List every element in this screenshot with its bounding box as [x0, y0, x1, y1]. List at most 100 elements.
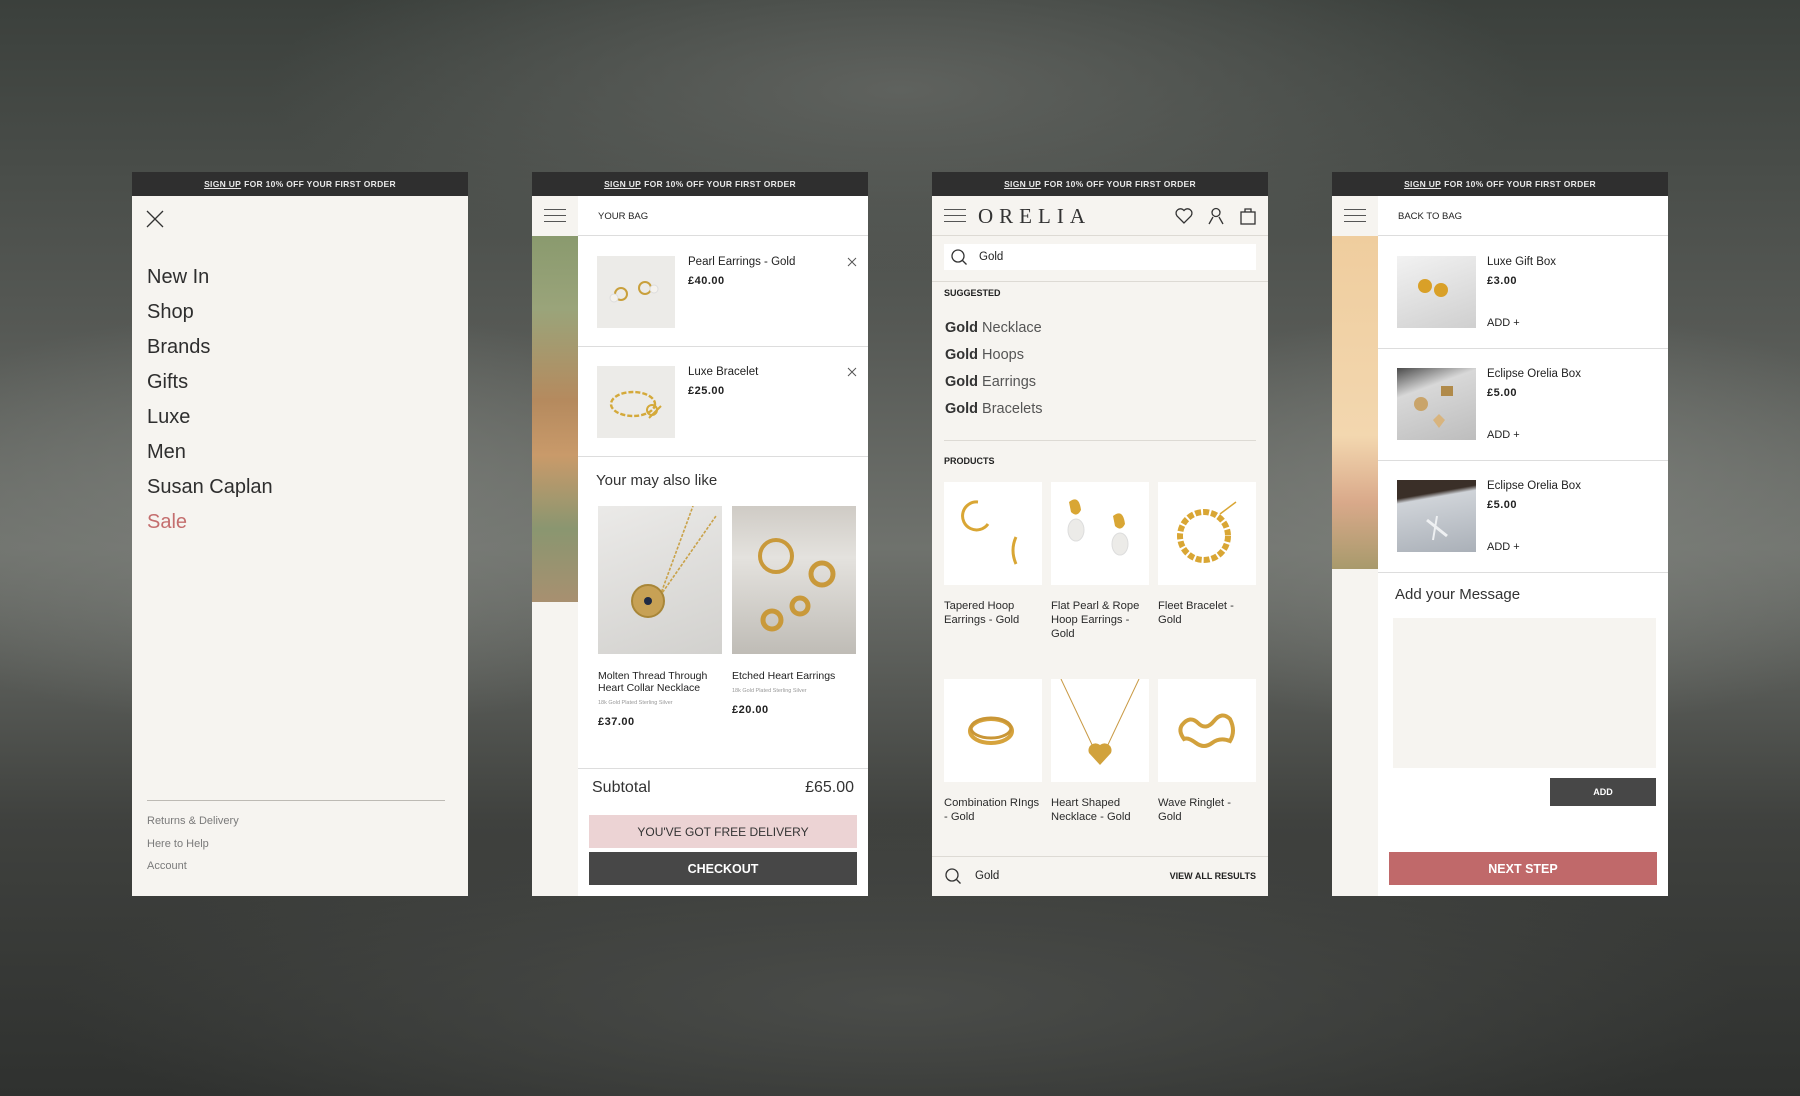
nav-item-new-in[interactable]: New In	[147, 260, 273, 295]
bag-item: Luxe Bracelet £25.00	[578, 347, 868, 457]
product-card[interactable]: Wave Ringlet - Gold	[1158, 679, 1256, 876]
nav-item-luxe[interactable]: Luxe	[147, 400, 273, 435]
recommended-product-material: 18k Gold Plated Sterling Silver	[598, 700, 673, 706]
footer-link-help[interactable]: Here to Help	[147, 838, 239, 861]
hamburger-icon[interactable]	[944, 209, 966, 222]
tapered-hoop-image[interactable]	[944, 482, 1042, 585]
nav-item-susan-caplan[interactable]: Susan Caplan	[147, 470, 273, 505]
signup-link[interactable]: SIGN UP	[1004, 179, 1041, 189]
wishlist-heart-icon[interactable]	[1174, 206, 1194, 226]
suggestion-item[interactable]: Gold Necklace	[945, 320, 1043, 347]
remove-item-icon[interactable]	[847, 367, 857, 377]
remove-item-icon[interactable]	[847, 257, 857, 267]
search-input[interactable]	[979, 244, 1229, 270]
gift-option: Eclipse Orelia Box £5.00 ADD +	[1378, 461, 1668, 573]
shopping-bag-icon[interactable]	[1238, 206, 1258, 226]
footer-link-account[interactable]: Account	[147, 860, 239, 883]
fleet-bracelet-image[interactable]	[1158, 482, 1256, 585]
gift-option-price: £5.00	[1487, 387, 1518, 399]
product-card[interactable]: Flat Pearl & Rope Hoop Earrings - Gold	[1051, 482, 1149, 679]
promo-text: FOR 10% OFF YOUR FIRST ORDER	[1444, 179, 1596, 189]
model-photo	[1332, 236, 1378, 569]
suggestion-item[interactable]: Gold Bracelets	[945, 401, 1043, 428]
checkout-button[interactable]: CHECKOUT	[589, 852, 857, 885]
product-card[interactable]: Tapered Hoop Earrings - Gold	[944, 482, 1042, 679]
eclipse-box-image[interactable]	[1397, 480, 1476, 552]
bag-item: Pearl Earrings - Gold £40.00	[578, 237, 868, 347]
suggestion-item[interactable]: Gold Earrings	[945, 374, 1043, 401]
divider	[944, 440, 1256, 441]
luxe-gift-box-image[interactable]	[1397, 256, 1476, 328]
add-gift-option-button[interactable]: ADD +	[1487, 541, 1520, 553]
add-message-button[interactable]: ADD	[1550, 778, 1656, 806]
account-user-icon[interactable]	[1206, 206, 1226, 226]
pearl-earrings-image[interactable]	[597, 256, 675, 328]
heart-necklace-image[interactable]	[1051, 679, 1149, 782]
gift-option-name: Eclipse Orelia Box	[1487, 368, 1581, 380]
bag-item-name[interactable]: Pearl Earrings - Gold	[688, 256, 795, 268]
gift-option-name: Eclipse Orelia Box	[1487, 480, 1581, 492]
promo-bar[interactable]: SIGN UP FOR 10% OFF YOUR FIRST ORDER	[1332, 172, 1668, 196]
gift-message-input[interactable]	[1393, 618, 1656, 768]
product-name: Flat Pearl & Rope Hoop Earrings - Gold	[1051, 600, 1140, 640]
site-header: ORELIA	[932, 196, 1268, 236]
promo-bar[interactable]: SIGN UP FOR 10% OFF YOUR FIRST ORDER	[932, 172, 1268, 196]
necklace-image[interactable]	[598, 506, 722, 654]
wave-ringlet-image[interactable]	[1158, 679, 1256, 782]
suggestion-match: Gold	[945, 374, 979, 390]
suggestions-list: Gold Necklace Gold Hoops Gold Earrings G…	[945, 320, 1043, 428]
bag-item-price: £40.00	[688, 275, 725, 287]
gift-options-screen: SIGN UP FOR 10% OFF YOUR FIRST ORDER BAC…	[1332, 172, 1668, 896]
suggestion-item[interactable]: Gold Hoops	[945, 347, 1043, 374]
add-gift-option-button[interactable]: ADD +	[1487, 317, 1520, 329]
promo-bar[interactable]: SIGN UP FOR 10% OFF YOUR FIRST ORDER	[532, 172, 868, 196]
suggestion-match: Gold	[945, 401, 979, 417]
search-icon	[951, 249, 967, 265]
product-card[interactable]: Fleet Bracelet - Gold	[1158, 482, 1256, 679]
nav-item-brands[interactable]: Brands	[147, 330, 273, 365]
gift-option-price: £3.00	[1487, 275, 1518, 287]
promo-bar[interactable]: SIGN UP FOR 10% OFF YOUR FIRST ORDER	[132, 172, 468, 196]
nav-item-gifts[interactable]: Gifts	[147, 365, 273, 400]
search-icon	[945, 868, 961, 884]
nav-item-sale[interactable]: Sale	[147, 505, 273, 540]
search-field[interactable]	[944, 244, 1256, 270]
background-page-strip	[1332, 196, 1378, 896]
hamburger-icon[interactable]	[544, 209, 566, 222]
signup-link[interactable]: SIGN UP	[204, 179, 241, 189]
nav-item-shop[interactable]: Shop	[147, 295, 273, 330]
close-icon[interactable]	[146, 210, 164, 228]
footer-link-returns[interactable]: Returns & Delivery	[147, 815, 239, 838]
recommended-product[interactable]: Etched Heart Earrings 18k Gold Plated St…	[732, 506, 856, 716]
add-gift-option-button[interactable]: ADD +	[1487, 429, 1520, 441]
nav-item-men[interactable]: Men	[147, 435, 273, 470]
combination-rings-image[interactable]	[944, 679, 1042, 782]
hamburger-icon[interactable]	[1344, 209, 1366, 222]
bag-item-name[interactable]: Luxe Bracelet	[688, 366, 758, 378]
product-card[interactable]: Combination RIngs - Gold	[944, 679, 1042, 876]
signup-link[interactable]: SIGN UP	[604, 179, 641, 189]
back-to-bag-link[interactable]: BACK TO BAG	[1398, 211, 1462, 222]
gift-option: Luxe Gift Box £3.00 ADD +	[1378, 237, 1668, 349]
product-grid: Tapered Hoop Earrings - Gold Flat Pearl …	[944, 482, 1256, 876]
product-card[interactable]: Heart Shaped Necklace - Gold	[1051, 679, 1149, 876]
eclipse-box-image[interactable]	[1397, 368, 1476, 440]
menu-divider	[147, 800, 445, 801]
next-step-button[interactable]: NEXT STEP	[1389, 852, 1657, 885]
recommendations-title: Your may also like	[596, 472, 718, 489]
subtotal-row: Subtotal £65.00	[578, 768, 868, 808]
view-all-results-link[interactable]: VIEW ALL RESULTS	[1170, 871, 1256, 881]
main-nav: New In Shop Brands Gifts Luxe Men Susan …	[147, 260, 273, 540]
recommended-product-price: £37.00	[598, 716, 635, 728]
etched-earrings-image[interactable]	[732, 506, 856, 654]
promo-text: FOR 10% OFF YOUR FIRST ORDER	[1044, 179, 1196, 189]
signup-link[interactable]: SIGN UP	[1404, 179, 1441, 189]
luxe-bracelet-image[interactable]	[597, 366, 675, 438]
orelia-logo[interactable]: ORELIA	[978, 204, 1091, 229]
recommended-product[interactable]: Molten Thread Through Heart Collar Neckl…	[598, 506, 722, 728]
menu-screen: SIGN UP FOR 10% OFF YOUR FIRST ORDER New…	[132, 172, 468, 896]
bag-item-price: £25.00	[688, 385, 725, 397]
bag-header: YOUR BAG	[578, 196, 868, 236]
flat-pearl-earrings-image[interactable]	[1051, 482, 1149, 585]
product-name: Fleet Bracelet - Gold	[1158, 600, 1234, 626]
